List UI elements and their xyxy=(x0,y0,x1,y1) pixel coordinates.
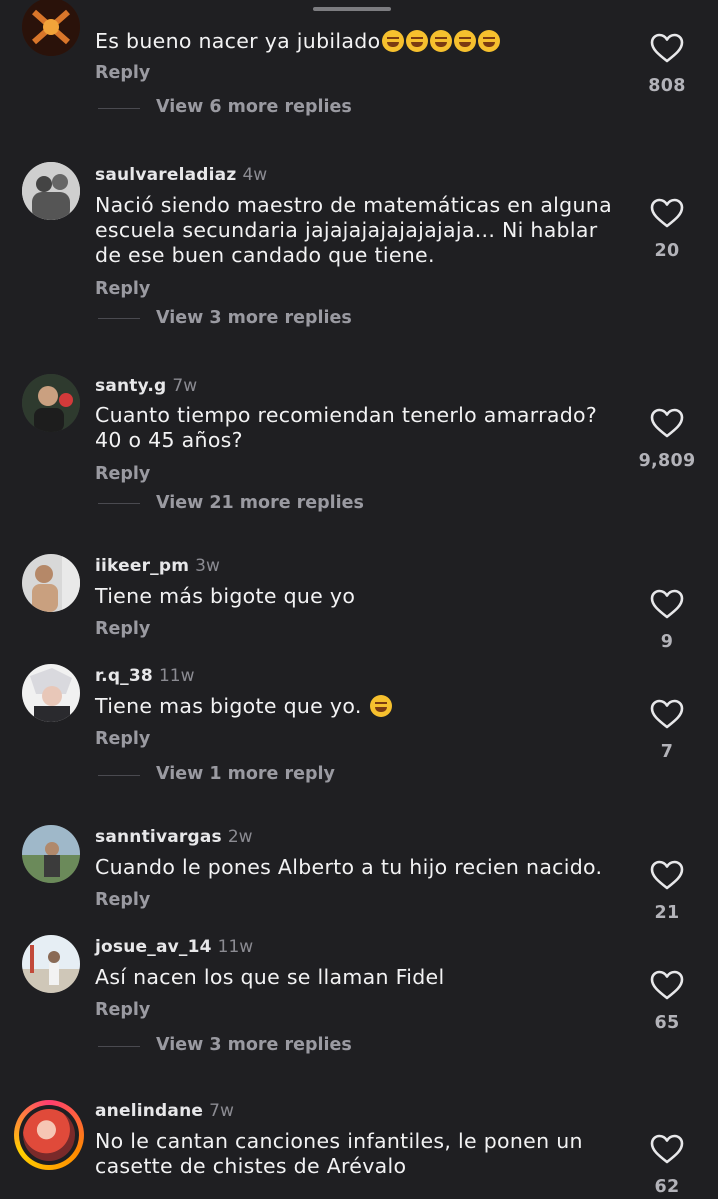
divider xyxy=(98,503,140,504)
comment-meta: saulvareladiaz 4w xyxy=(95,165,267,185)
comment-meta: sanntivargas 2w xyxy=(95,827,253,847)
heart-outline-icon xyxy=(650,408,684,438)
like-count: 62 xyxy=(654,1177,680,1197)
like-count: 808 xyxy=(648,76,686,96)
heart-outline-icon xyxy=(650,1134,684,1164)
timestamp: 7w xyxy=(209,1101,234,1121)
heart-outline-icon xyxy=(650,860,684,890)
avatar-with-story-ring[interactable] xyxy=(14,1100,84,1170)
comment-text: Tiene más bigote que yo xyxy=(95,584,356,608)
username[interactable]: iikeer_pm xyxy=(95,556,189,576)
divider xyxy=(98,775,140,776)
like-button[interactable] xyxy=(650,33,684,63)
divider xyxy=(98,318,140,319)
username[interactable]: r.q_38 xyxy=(95,666,153,686)
avatar[interactable] xyxy=(22,664,80,722)
comment-text: Cuando le pones Alberto a tu hijo recien… xyxy=(95,855,603,879)
comment-meta: santy.g 7w xyxy=(95,376,197,396)
like-count: 9 xyxy=(660,632,674,652)
username[interactable]: josue_av_14 xyxy=(95,937,212,957)
reply-button[interactable]: Reply xyxy=(95,464,150,484)
like-button[interactable] xyxy=(650,1134,684,1164)
timestamp: 2w xyxy=(227,827,253,847)
rolling-laughing-emoji xyxy=(430,30,453,52)
avatar[interactable] xyxy=(22,825,80,883)
comment-text: Nació siendo maestro de matemáticas en a… xyxy=(95,193,612,267)
avatar[interactable] xyxy=(22,935,80,993)
comment-text: Cuanto tiempo recomiendan tenerlo amarra… xyxy=(95,403,598,452)
avatar[interactable] xyxy=(22,374,80,432)
timestamp: 4w xyxy=(242,165,268,185)
reply-button[interactable]: Reply xyxy=(95,729,150,749)
tears-of-joy-emoji xyxy=(370,695,393,717)
like-button[interactable] xyxy=(650,589,684,619)
like-count: 21 xyxy=(654,903,680,923)
like-button[interactable] xyxy=(650,198,684,228)
rolling-laughing-emoji xyxy=(406,30,429,52)
like-button[interactable] xyxy=(650,860,684,890)
heart-outline-icon xyxy=(650,589,684,619)
comment-text: Así nacen los que se llaman Fidel xyxy=(95,965,445,989)
comment-meta: r.q_38 11w xyxy=(95,666,195,686)
like-count: 9,809 xyxy=(638,451,696,471)
divider xyxy=(98,108,140,109)
view-more-replies-button[interactable]: View 21 more replies xyxy=(156,493,364,513)
heart-outline-icon xyxy=(650,198,684,228)
like-count: 7 xyxy=(660,742,674,762)
reply-button[interactable]: Reply xyxy=(95,63,150,83)
rolling-laughing-emoji xyxy=(382,30,405,52)
timestamp: 11w xyxy=(217,937,254,957)
timestamp: 7w xyxy=(172,376,198,396)
comment-meta: iikeer_pm 3w xyxy=(95,556,220,576)
avatar[interactable] xyxy=(22,0,80,56)
timestamp: 11w xyxy=(158,666,195,686)
heart-outline-icon xyxy=(650,970,684,1000)
like-count: 20 xyxy=(654,241,680,261)
username[interactable]: sanntivargas xyxy=(95,827,222,847)
view-more-replies-button[interactable]: View 3 more replies xyxy=(156,308,352,328)
comment-text: Es bueno nacer ya jubilado xyxy=(95,29,625,54)
heart-outline-icon xyxy=(650,33,684,63)
reply-button[interactable]: Reply xyxy=(95,619,150,639)
sheet-grabber-handle[interactable] xyxy=(313,7,391,11)
like-button[interactable] xyxy=(650,970,684,1000)
username[interactable]: anelindane xyxy=(95,1101,203,1121)
view-more-replies-button[interactable]: View 6 more replies xyxy=(156,97,352,117)
reply-button[interactable]: Reply xyxy=(95,1000,150,1020)
reply-button[interactable]: Reply xyxy=(95,279,150,299)
comment-meta: josue_av_14 11w xyxy=(95,937,253,957)
timestamp: 3w xyxy=(195,556,220,576)
avatar[interactable] xyxy=(22,554,80,612)
username[interactable]: saulvareladiaz xyxy=(95,165,236,185)
like-button[interactable] xyxy=(650,699,684,729)
rolling-laughing-emoji xyxy=(454,30,477,52)
divider xyxy=(98,1046,140,1047)
comment-text: No le cantan canciones infantiles, le po… xyxy=(95,1129,583,1178)
like-count: 65 xyxy=(654,1013,680,1033)
like-button[interactable] xyxy=(650,408,684,438)
view-more-replies-button[interactable]: View 3 more replies xyxy=(156,1035,352,1055)
view-more-replies-button[interactable]: View 1 more reply xyxy=(156,764,335,784)
comment-meta: anelindane 7w xyxy=(95,1101,234,1121)
rolling-laughing-emoji xyxy=(478,30,501,52)
avatar-image xyxy=(23,1109,75,1161)
avatar[interactable] xyxy=(22,162,80,220)
comment-text: Tiene mas bigote que yo. xyxy=(95,694,625,719)
reply-button[interactable]: Reply xyxy=(95,890,150,910)
heart-outline-icon xyxy=(650,699,684,729)
username[interactable]: santy.g xyxy=(95,376,166,396)
